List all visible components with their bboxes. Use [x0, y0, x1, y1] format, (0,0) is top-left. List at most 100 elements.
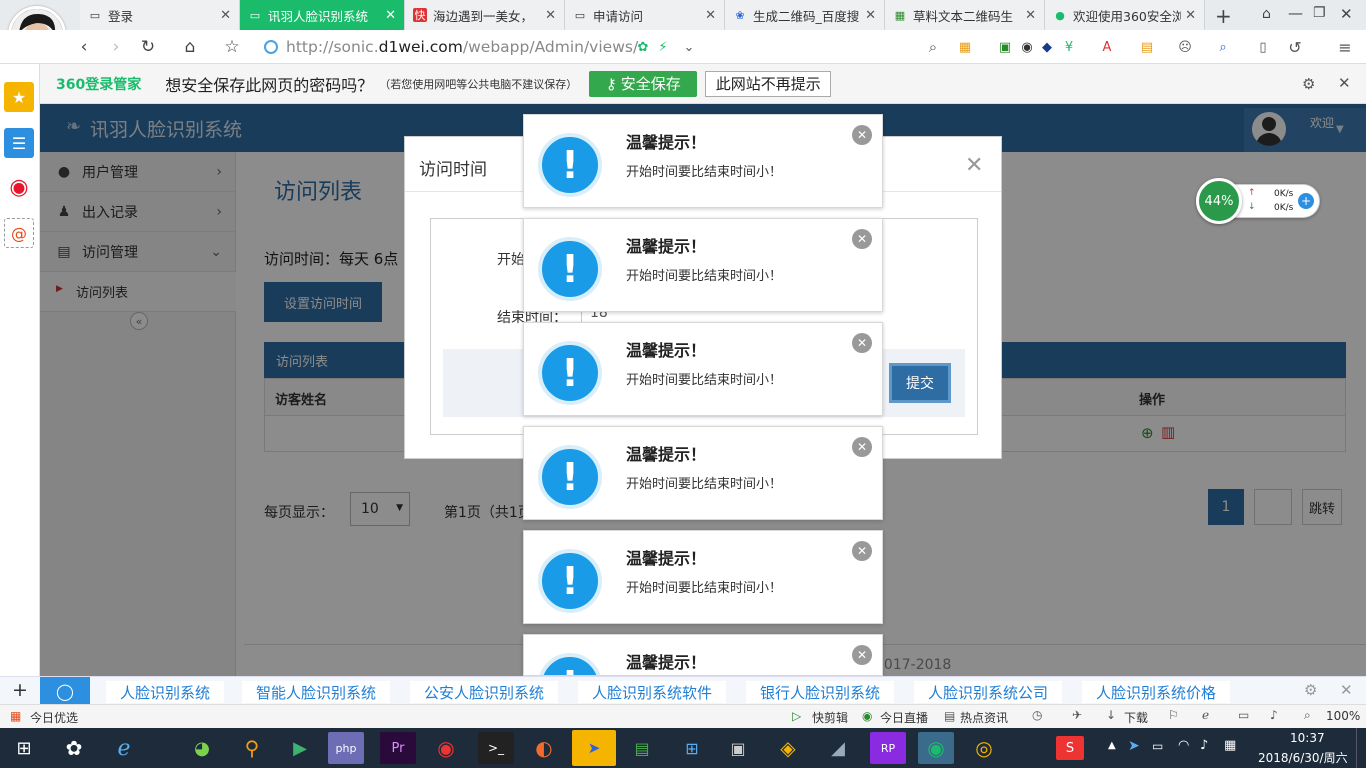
- speaker-icon[interactable]: ♪: [1200, 738, 1208, 753]
- tab-news[interactable]: 快海边遇到一美女， ✕: [405, 0, 565, 30]
- show-desktop-button[interactable]: [1356, 728, 1366, 768]
- tab-360-welcome[interactable]: ● 欢迎使用360安全浏 ✕: [1045, 0, 1205, 30]
- chrome-icon[interactable]: ◎: [966, 732, 1002, 764]
- dolphin-icon[interactable]: ◢: [820, 732, 856, 764]
- new-tab-icon[interactable]: +: [1215, 4, 1232, 28]
- close-icon[interactable]: ✕: [1185, 8, 1196, 23]
- hot-keyword[interactable]: 人脸识别系统: [106, 681, 225, 703]
- hot-keyword[interactable]: 人脸识别系统价格: [1082, 681, 1231, 703]
- speed-bolt-icon[interactable]: ⚡: [654, 38, 672, 56]
- tab-baidu-qrcode[interactable]: ❀ 生成二维码_百度搜 ✕: [725, 0, 885, 30]
- printer-icon[interactable]: ▣: [720, 732, 756, 764]
- status-item[interactable]: 快剪辑: [812, 709, 848, 726]
- ie-icon[interactable]: ℯ: [1202, 708, 1209, 722]
- close-icon[interactable]: ✕: [705, 8, 716, 23]
- refresh-icon[interactable]: ↻: [138, 37, 158, 57]
- home-icon[interactable]: ⌂: [180, 37, 200, 57]
- phone-icon[interactable]: ▯: [1254, 38, 1272, 56]
- speed-widget[interactable]: 44% ↑ ↓ 0K/s 0K/s +: [1196, 178, 1322, 224]
- shirt-icon[interactable]: ⌂: [1262, 6, 1271, 22]
- toast-close-icon[interactable]: ✕: [852, 437, 872, 457]
- forward-icon[interactable]: ›: [106, 37, 126, 57]
- mask-icon[interactable]: ☹: [1176, 38, 1194, 56]
- close-icon[interactable]: ✕: [1338, 74, 1351, 92]
- daily-picks[interactable]: 今日优选: [30, 709, 78, 726]
- dropdown-icon[interactable]: ⌄: [680, 38, 698, 56]
- minimize-icon[interactable]: —: [1288, 4, 1303, 22]
- status-item[interactable]: 下载: [1124, 709, 1148, 726]
- wechat-icon[interactable]: ◕: [184, 732, 220, 764]
- search-icon[interactable]: ⌕: [924, 38, 942, 56]
- toast-close-icon[interactable]: ✕: [852, 229, 872, 249]
- hot-keyword[interactable]: 公安人脸识别系统: [410, 681, 559, 703]
- clock-time[interactable]: 10:37: [1290, 731, 1325, 745]
- tab-apply-visit[interactable]: ▭ 申请访问 ✕: [565, 0, 725, 30]
- tab-login[interactable]: ▭ 登录 ✕: [80, 0, 240, 30]
- keyboard-icon[interactable]: ▦: [1224, 738, 1236, 753]
- terminal-icon[interactable]: >_: [478, 732, 514, 764]
- tab-caoliao-qrcode[interactable]: ▦ 草料文本二维码生 ✕: [885, 0, 1045, 30]
- hot-keyword[interactable]: 人脸识别系统软件: [578, 681, 727, 703]
- undo-icon[interactable]: ↺: [1286, 38, 1304, 57]
- gear-icon[interactable]: ⚙: [1302, 75, 1315, 93]
- ie-icon[interactable]: ℯ: [106, 732, 142, 764]
- game-icon[interactable]: ▤: [1138, 38, 1156, 56]
- close-icon[interactable]: ✕: [1340, 681, 1353, 699]
- plus-icon[interactable]: +: [1298, 193, 1314, 209]
- gear-icon[interactable]: ⚙: [1304, 681, 1317, 699]
- hot-keyword[interactable]: 智能人脸识别系统: [242, 681, 391, 703]
- compass-icon[interactable]: ◐: [526, 732, 562, 764]
- speed-icon[interactable]: ◷: [1032, 708, 1042, 722]
- zoom-level[interactable]: 100%: [1326, 709, 1360, 723]
- toast-close-icon[interactable]: ✕: [852, 541, 872, 561]
- tray-up-icon[interactable]: ▲: [1108, 740, 1116, 751]
- safe-save-button[interactable]: ⚷ 安全保存: [589, 70, 698, 97]
- notepad-icon[interactable]: ▤: [624, 732, 660, 764]
- toast-close-icon[interactable]: ✕: [852, 645, 872, 665]
- hot-keyword[interactable]: 人脸识别系统公司: [914, 681, 1063, 703]
- status-item[interactable]: 今日直播: [880, 709, 928, 726]
- windows-start-icon[interactable]: ⊞: [6, 732, 42, 764]
- volume-icon[interactable]: ♪: [1270, 708, 1278, 722]
- window-icon[interactable]: ▭: [1238, 708, 1249, 722]
- network-icon[interactable]: ⊞: [674, 732, 710, 764]
- modal-close-icon[interactable]: ✕: [965, 153, 983, 178]
- axure-rp-icon[interactable]: RP: [870, 732, 906, 764]
- weibo-icon[interactable]: ◉: [4, 172, 34, 202]
- search-logo-icon[interactable]: ◯: [40, 677, 90, 705]
- shield-check-icon[interactable]: ✿: [634, 38, 652, 56]
- phpstorm-icon[interactable]: php: [328, 732, 364, 764]
- verify-icon[interactable]: ◆: [1038, 38, 1056, 56]
- google-drive-icon[interactable]: ◈: [770, 732, 806, 764]
- tray-feiq-icon[interactable]: ➤: [1128, 738, 1140, 754]
- close-window-icon[interactable]: ✕: [1340, 5, 1353, 23]
- apps-icon[interactable]: ▦: [956, 38, 974, 56]
- favorites-star-icon[interactable]: ★: [4, 82, 34, 112]
- reader-icon[interactable]: ☰: [4, 128, 34, 158]
- submit-button[interactable]: 提交: [889, 363, 951, 403]
- magnifier-icon[interactable]: ⌕: [1214, 38, 1232, 56]
- close-icon[interactable]: ✕: [545, 8, 556, 23]
- hot-keyword[interactable]: 银行人脸识别系统: [746, 681, 895, 703]
- search-tool-icon[interactable]: ⚲: [234, 732, 270, 764]
- bookmark-star-icon[interactable]: ☆: [222, 37, 242, 57]
- feiq-icon[interactable]: ➤: [572, 730, 616, 766]
- close-icon[interactable]: ✕: [220, 8, 231, 23]
- toast-close-icon[interactable]: ✕: [852, 333, 872, 353]
- toast-close-icon[interactable]: ✕: [852, 125, 872, 145]
- back-icon[interactable]: ‹: [74, 37, 94, 57]
- close-icon[interactable]: ✕: [1025, 8, 1036, 23]
- music-icon[interactable]: ◉: [428, 732, 464, 764]
- menu-icon[interactable]: ≡: [1336, 38, 1354, 57]
- premiere-icon[interactable]: Pr: [380, 732, 416, 764]
- never-prompt-button[interactable]: 此网站不再提示: [705, 70, 832, 97]
- battery-icon[interactable]: ▭: [1152, 739, 1163, 753]
- status-item[interactable]: 热点资讯: [960, 709, 1008, 726]
- film-icon[interactable]: ◉: [1018, 38, 1036, 56]
- yuan-icon[interactable]: ¥: [1060, 38, 1078, 56]
- mail-icon[interactable]: @: [4, 218, 34, 248]
- clock-date[interactable]: 2018/6/30/周六: [1258, 749, 1348, 766]
- task-view-icon[interactable]: ✿: [56, 732, 92, 764]
- add-icon[interactable]: +: [12, 679, 28, 701]
- sogou-input-icon[interactable]: S: [1056, 736, 1084, 760]
